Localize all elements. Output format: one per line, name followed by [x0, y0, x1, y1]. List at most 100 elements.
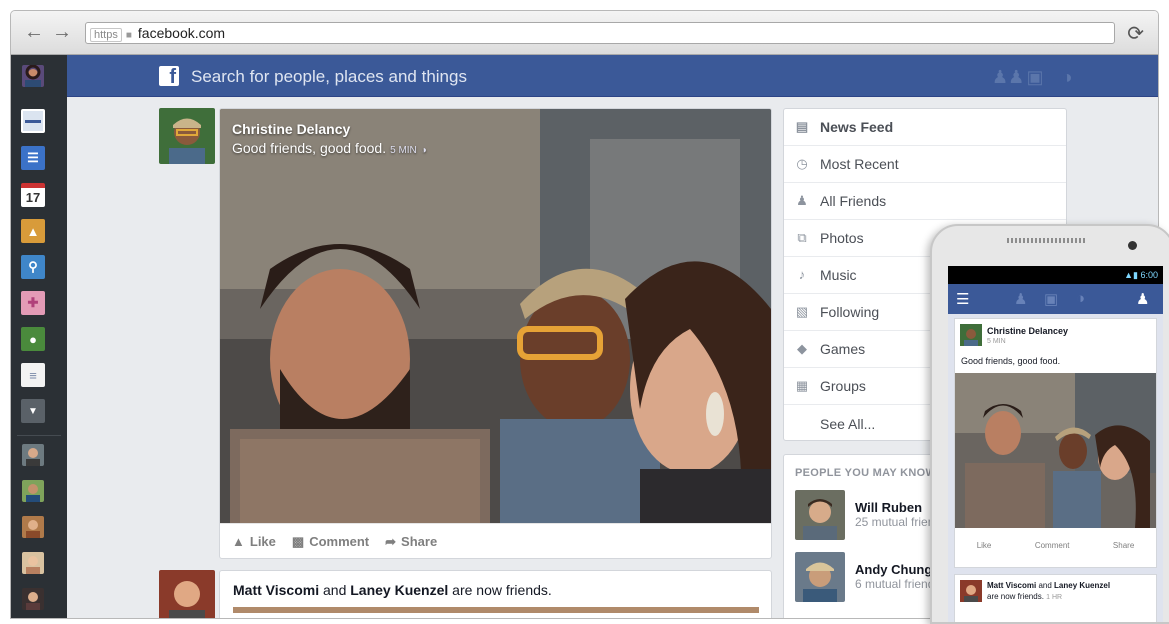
phone-post-actions: Like Comment Share [955, 541, 1156, 550]
back-arrow-icon[interactable]: ← [23, 21, 45, 43]
search-input[interactable]: Search for people, places and things [191, 67, 467, 87]
pymk-name[interactable]: Andy Chung [855, 562, 932, 577]
post-caption: Good friends, good food. 5 MIN ◑ [232, 140, 427, 156]
friend-name-link[interactable]: Matt Viscomi [233, 582, 319, 598]
menu-item-label: News Feed [820, 119, 894, 135]
phone-suffix: are now friends. [987, 592, 1044, 601]
post-timestamp[interactable]: 5 MIN [390, 145, 417, 156]
photos-icon: ⧉ [797, 230, 807, 245]
share-arrow-icon: ➦ [385, 533, 397, 549]
pymk-mutual-friends[interactable]: 6 mutual friends [855, 577, 940, 591]
messages-icon[interactable]: ▣ [1044, 290, 1058, 308]
feed-icon: ▤ [795, 119, 809, 134]
app-launcher-rail: ☰ 17 ▲ ⚲ ✚ ● ≡ ▼ [11, 55, 67, 618]
phone-post-author[interactable]: Christine Delancey [987, 326, 1068, 336]
search-app-icon[interactable]: ⚲ [21, 255, 45, 279]
url-text: facebook.com [137, 25, 226, 41]
news-feed-icon[interactable] [21, 109, 45, 133]
notes-icon[interactable]: ≡ [21, 363, 45, 387]
gamepad-icon: ◆ [797, 341, 807, 356]
facebook-logo-icon[interactable]: f [159, 66, 179, 86]
reload-icon[interactable]: ⟳ [1127, 21, 1144, 46]
browser-toolbar: ← → https ■ facebook.com ⟳ [11, 11, 1158, 55]
thumbs-up-icon: ▲ [232, 534, 245, 549]
menu-item-most-recent[interactable]: ◷ Most Recent [784, 146, 1066, 183]
share-label: Share [401, 534, 438, 549]
phone-camera [1128, 241, 1137, 250]
comment-button[interactable]: ▩ Comment [292, 534, 369, 550]
friend-requests-icon[interactable]: ♟♟ [992, 67, 1024, 87]
photos-icon[interactable]: ▲ [21, 219, 45, 243]
rss-icon: ▧ [795, 304, 809, 319]
url-scheme: https [90, 28, 122, 42]
globe-notifications-icon[interactable]: ◑ [1056, 67, 1078, 87]
post-author-name[interactable]: Christine Delancy [232, 121, 350, 137]
menu-item-label: Games [820, 341, 866, 357]
phone-friend-name[interactable]: Laney Kuenzel [1054, 581, 1110, 590]
menu-item-news-feed[interactable]: ▤ News Feed [784, 109, 1066, 146]
like-button[interactable]: ▲ Like [232, 534, 276, 549]
post-caption-text: Good friends, good food. [232, 140, 387, 156]
top-bar-notifications: ♟♟ ▣ ◑ [992, 67, 1078, 87]
menu-item-label: Most Recent [820, 156, 899, 172]
friendship-story: Matt Viscomi and Laney Kuenzel are now f… [219, 570, 772, 618]
menu-item-all-friends[interactable]: ♟ All Friends [784, 183, 1066, 220]
android-phone: ▲▮ 6:00 ☰ ♟ ▣ ◑ ♟ Christine Delancey 5 M… [930, 224, 1169, 624]
globe-notifications-icon[interactable]: ◑ [1076, 290, 1085, 307]
phone-post-time[interactable]: 5 MIN [987, 338, 1006, 345]
profile-avatar[interactable] [22, 65, 44, 87]
like-label: Like [249, 534, 276, 549]
hamburger-menu-icon[interactable]: ☰ [956, 290, 969, 308]
friend-list-icon[interactable]: ♟ [1136, 290, 1149, 308]
phone-friendship-story: Matt Viscomi and Laney Kuenzel are now fr… [954, 574, 1157, 622]
forward-arrow-icon[interactable]: → [51, 21, 73, 43]
phone-post2-time[interactable]: 1 HR [1046, 594, 1062, 601]
friend-avatar[interactable] [22, 516, 44, 538]
more-chevron-down-icon[interactable]: ▼ [21, 399, 45, 423]
messages-icon[interactable]: ☰ [21, 146, 45, 170]
phone-like-button[interactable]: Like [977, 541, 992, 550]
phone-share-button[interactable]: Share [1113, 541, 1134, 550]
menu-item-label: Music [820, 267, 857, 283]
phone-news-feed-post: Christine Delancey 5 MIN Good friends, g… [954, 318, 1157, 568]
wifi-signal-icon: ▲▮ [1124, 270, 1141, 280]
phone-comment-button[interactable]: Comment [1035, 541, 1070, 550]
friend-avatar[interactable] [22, 444, 44, 466]
friend-requests-icon[interactable]: ♟ [1014, 290, 1027, 308]
phone-speaker [1007, 238, 1087, 243]
share-button[interactable]: ➦ Share [385, 534, 437, 550]
post-photo[interactable]: Christine Delancy Good friends, good foo… [220, 109, 771, 523]
friendship-photo-strip[interactable] [233, 607, 759, 613]
phone-screen: ▲▮ 6:00 ☰ ♟ ▣ ◑ ♟ Christine Delancey 5 M… [948, 266, 1163, 622]
friend-avatar[interactable] [22, 480, 44, 502]
menu-item-label: All Friends [820, 193, 887, 209]
comment-label: Comment [309, 534, 370, 549]
facebook-top-bar: f Search for people, places and things ♟… [67, 55, 1158, 97]
friend-avatar[interactable] [22, 588, 44, 610]
pymk-avatar[interactable] [795, 490, 845, 540]
events-calendar-icon[interactable]: 17 [21, 183, 45, 207]
phone-connector: and [1038, 581, 1052, 590]
phone-post-avatar[interactable] [960, 324, 982, 346]
phone-friend-name[interactable]: Matt Viscomi [987, 581, 1036, 590]
pymk-avatar[interactable] [795, 552, 845, 602]
news-feed-post: Christine Delancy Good friends, good foo… [219, 108, 772, 559]
friendship-text: Matt Viscomi and Laney Kuenzel are now f… [233, 582, 552, 598]
post2-author-avatar[interactable] [159, 570, 215, 618]
suffix-text: are now friends. [452, 582, 552, 598]
globe-privacy-icon[interactable]: ◑ [421, 145, 427, 156]
groups-icon: ▦ [795, 378, 809, 393]
pymk-name[interactable]: Will Ruben [855, 500, 922, 515]
friend-avatar[interactable] [22, 552, 44, 574]
gifts-icon[interactable]: ✚ [21, 291, 45, 315]
connector-text: and [323, 582, 347, 598]
address-bar[interactable]: https ■ facebook.com [85, 22, 1115, 44]
menu-item-label: Groups [820, 378, 866, 394]
post-author-avatar[interactable] [159, 108, 215, 164]
games-icon[interactable]: ● [21, 327, 45, 351]
menu-item-label: Photos [820, 230, 864, 246]
messages-icon[interactable]: ▣ [1024, 67, 1046, 87]
phone-post-photo[interactable] [955, 373, 1156, 528]
friend-name-link[interactable]: Laney Kuenzel [350, 582, 448, 598]
phone-post2-avatar[interactable] [960, 580, 982, 602]
